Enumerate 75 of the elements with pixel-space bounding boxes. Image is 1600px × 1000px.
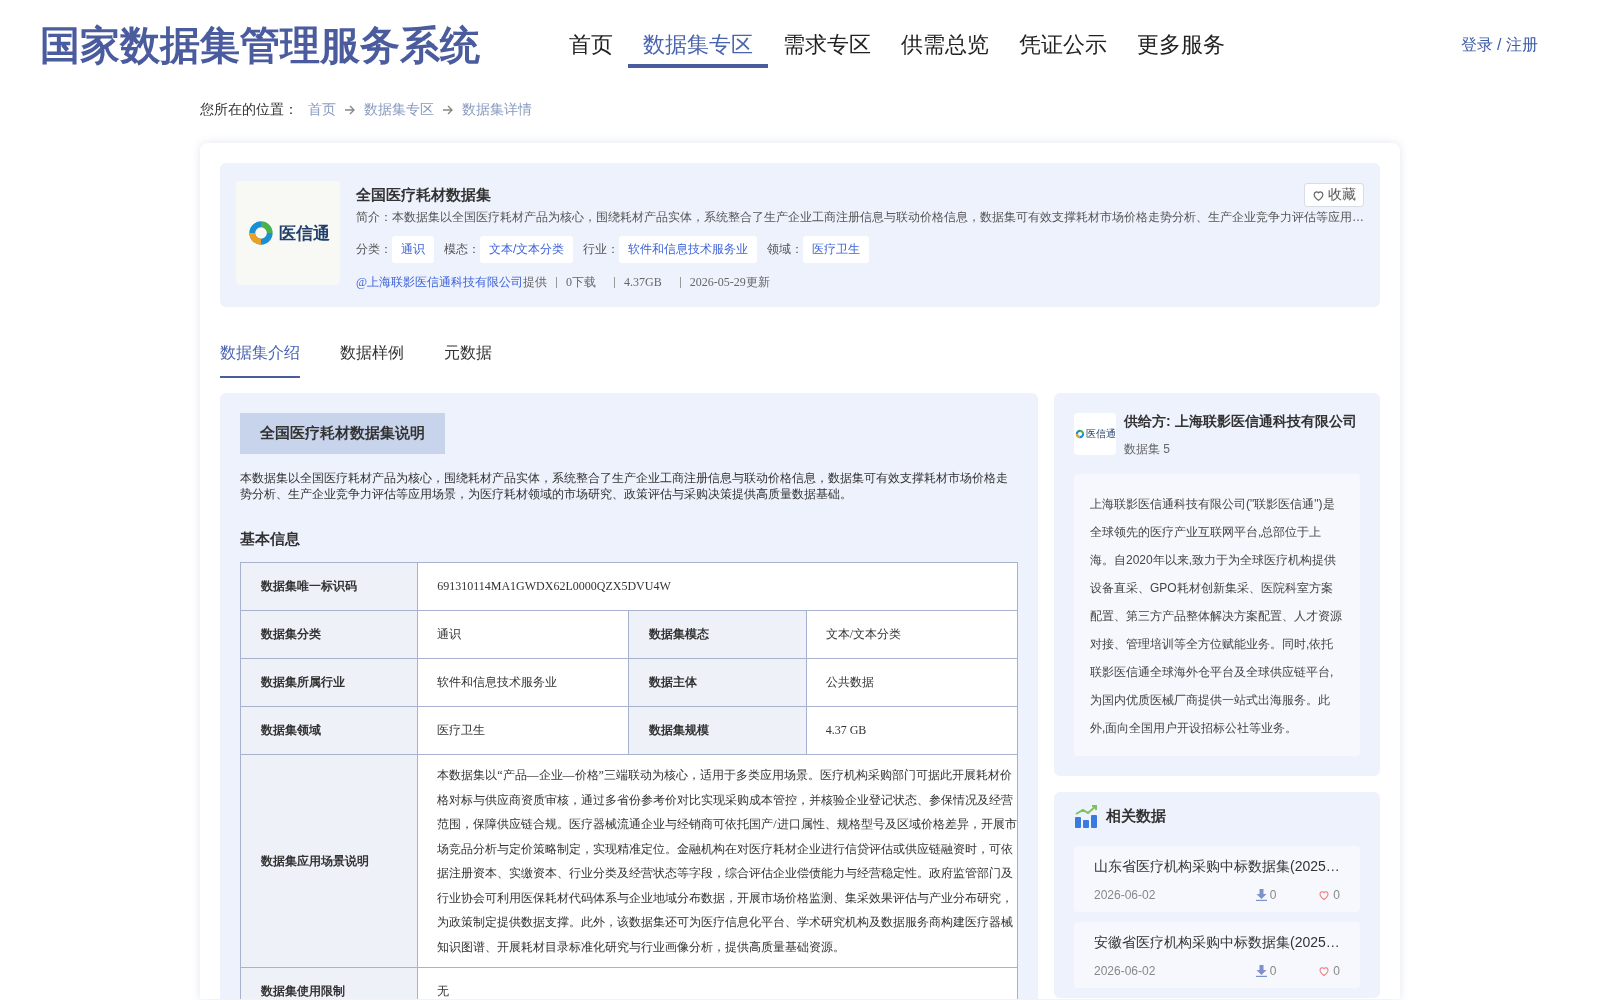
field-label: 数据集唯一标识码 [240, 562, 418, 611]
nav-tab[interactable]: 需求专区 [768, 26, 886, 68]
field-value: 通识 [417, 610, 629, 659]
nav-tab[interactable]: 数据集专区 [628, 26, 768, 68]
login-register-link[interactable]: 登录 / 注册 [1460, 34, 1538, 56]
provider-suffix: 提供 [523, 275, 548, 289]
breadcrumb-label: 您所在的位置： [200, 101, 298, 119]
supplier-logo: 医信通 [1074, 413, 1116, 455]
heart-icon [1318, 889, 1331, 901]
field-value: 公共数据 [806, 658, 1018, 707]
date-text: 2026-06-02 [1094, 964, 1157, 978]
tag-label: 行业： [583, 241, 620, 258]
field-value: 软件和信息技术服务业 [417, 658, 629, 707]
date-text: 2026-06-02 [1094, 888, 1157, 902]
field-label: 数据主体 [629, 658, 807, 707]
field-value: 4.37 GB [806, 706, 1018, 755]
download-count: 0 [1269, 888, 1277, 902]
stat-text: 2026-05-29更新 [679, 277, 779, 288]
tag: 软件和信息技术服务业 [619, 236, 758, 263]
tag-label: 模态： [444, 241, 480, 258]
nav-tab[interactable]: 首页 [554, 26, 628, 68]
nav-tab[interactable]: 供需总览 [886, 26, 1004, 68]
tag: 通识 [392, 236, 434, 263]
logo-ring-icon [246, 219, 275, 247]
content-tab[interactable]: 元数据 [444, 343, 492, 378]
field-value: 文本/文本分类 [806, 610, 1018, 659]
dataset-title: 全国医疗耗材数据集 [356, 185, 491, 205]
heart-icon [1318, 965, 1331, 977]
related-title: 相关数据 [1106, 806, 1166, 826]
stat-text: 0下载 [556, 277, 606, 288]
description-text: 本数据集以全国医疗耗材产品为核心，围绕耗材产品实体，系统整合了生产企业工商注册信息与联动价格信息，数据集可有效支撑耗材市场价格走势分析、生产企业竞争力评估等应用场景，为医疗耗材领域的市场研究、政策评估与采购决策提供高质量数据基础。 [240, 470, 1009, 502]
field-value: 本数据集以“产品—企业—价格”三端联动为核心，适用于多类应用场景。医疗机构采购部门可据此开展耗材价格对标与供应商资质审核，通过多省份参考价对比实现采购成本管控，并核验企业登记状态、参保情况及经营范围，保障供应链合规。医疗器械流通企业与经销商可依托国产/进口属性、规格型号及区域价格差异，开展市场竞品分析与定价策略制定，实现精准定位。金融机构在对医疗耗材企业进行信贷评估或供应链融资时，可依据注册资本、实缴资本、行业分类及经营状态等字段，综合评估企业偿债能力与经营稳定性。政府监管部门及行业协会可利用医保耗材代码体系与企业地域分布数据，开展市场价格监测、集采效果评估与产业分布研究，为政策制定提供数据支撑。此外，该数据集还可为医疗信息化平台、学术研究机构及数据服务商构建医疗器械知识图谱、开展耗材目录标准化研究与行业画像分析，提供高质量基础资源。 [417, 754, 1018, 968]
like-count: 0 [1333, 964, 1340, 978]
section-heading: 全国医疗耗材数据集说明 [240, 413, 445, 454]
arrow-right-icon [442, 104, 454, 116]
heart-icon [1312, 188, 1325, 202]
tag: 文本/文本分类 [480, 236, 574, 263]
dataset-logo: 医信通 [236, 181, 340, 285]
field-label: 数据集所属行业 [240, 658, 418, 707]
content-tab[interactable]: 数据样例 [340, 343, 404, 378]
tag: 医疗卫生 [803, 236, 870, 263]
field-label: 数据集应用场景说明 [240, 754, 418, 968]
nav-tab[interactable]: 更多服务 [1122, 26, 1240, 68]
download-count: 0 [1269, 964, 1277, 978]
tag-label: 分类： [356, 241, 392, 258]
field-label: 数据集分类 [240, 610, 418, 659]
field-label: 数据集领域 [240, 706, 418, 755]
download-icon [1255, 889, 1267, 901]
field-value: 691310114MA1GWDX62L0000QZX5DVU4W [417, 562, 1018, 611]
related-item-title: 山东省医疗机构采购中标数据集(2025… [1094, 858, 1340, 876]
bar-chart-icon [1074, 804, 1098, 828]
dataset-count: 数据集 5 [1124, 441, 1171, 458]
favorite-label: 收藏 [1328, 186, 1356, 204]
stat-text: 4.37GB [614, 277, 671, 288]
section-title: 基本信息 [240, 530, 301, 549]
field-value: 医疗卫生 [417, 706, 629, 755]
related-item-title: 安徽省医疗机构采购中标数据集(2025… [1094, 934, 1340, 952]
nav-tab[interactable]: 凭证公示 [1004, 26, 1122, 68]
related-item[interactable]: 山东省医疗机构采购中标数据集(2025… 2026-06-02 0 0 [1074, 846, 1360, 912]
field-label: 数据集模态 [629, 610, 807, 659]
site-title: 国家数据集管理服务系统 [40, 21, 481, 69]
supplier-name: 供给方: 上海联影医信通科技有限公司 [1124, 413, 1357, 431]
logo-ring-icon [1074, 429, 1085, 439]
like-count: 0 [1333, 888, 1340, 902]
favorite-button[interactable]: 收藏 [1304, 183, 1364, 207]
field-label: 数据集规模 [629, 706, 807, 755]
provider-link[interactable]: @上海联影医信通科技有限公司 [356, 275, 524, 289]
field-label: 数据集使用限制 [240, 967, 418, 999]
download-icon [1255, 965, 1267, 977]
tag-label: 领域： [767, 241, 804, 258]
dataset-summary: 简介：本数据集以全国医疗耗材产品为核心，围绕耗材产品实体，系统整合了生产企业工商注册信息与联动价格信息，数据集可有效支撑耗材市场价格走势分析、生产企业竞争力评估等应用… [356, 209, 1364, 226]
content-tab[interactable]: 数据集介绍 [220, 343, 300, 378]
arrow-right-icon [344, 104, 356, 116]
related-item[interactable]: 安徽省医疗机构采购中标数据集(2025… 2026-06-02 0 0 [1074, 922, 1360, 988]
supplier-description: 上海联影医信通科技有限公司("联影医信通")是全球领先的医疗产业互联网平台,总部位于上海。自2020年以来,致力于为全球医疗机构提供设备直采、GPO耗材创新集采、医院科室方案配置、第三方产品整体解决方案配置、人才资源对接、管理培训等全方位赋能业务。同时,依托联影医信通全球海外仓平台及全球供应链平台,为国内优质医械厂商提供一站式出海服务。此外,面向全国用户开设招标公社等业务。 [1074, 474, 1360, 756]
